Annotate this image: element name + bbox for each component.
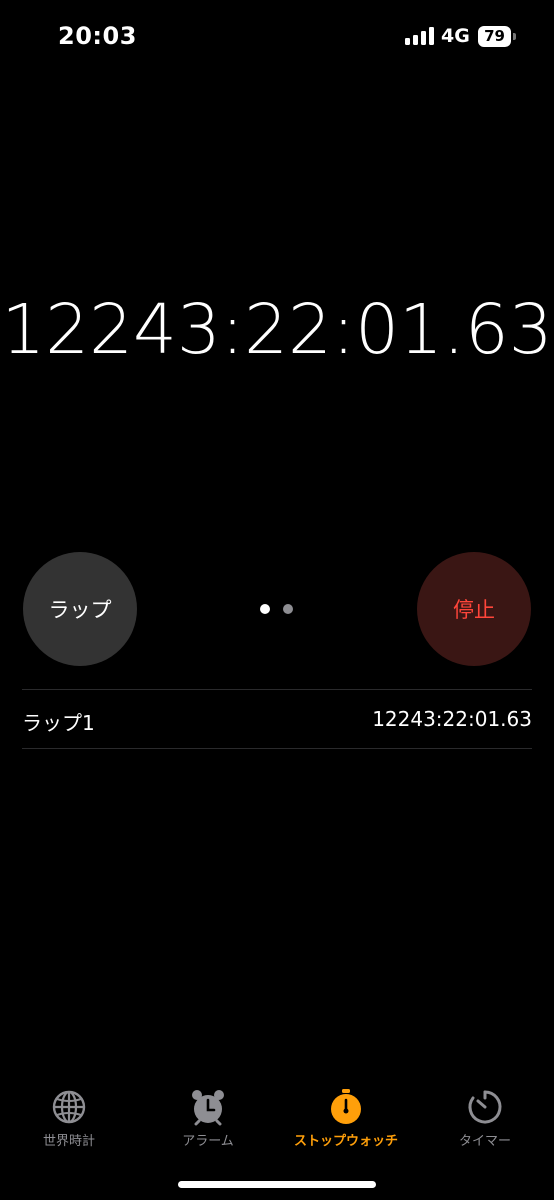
divider [22,748,532,749]
status-time: 20:03 [58,22,137,50]
tab-bar: 世界時計 アラーム ストップウォッチ タイマー [0,1080,554,1160]
alarm-clock-icon [192,1090,224,1126]
battery-icon: 79 [478,26,518,47]
stop-button[interactable]: 停止 [417,552,531,666]
globe-icon [52,1090,86,1124]
lap-button[interactable]: ラップ [23,552,137,666]
tab-alarm[interactable]: アラーム [139,1088,277,1158]
lap-list: ラップ1 12243:22:01.63 [22,689,532,749]
cellular-signal-icon [405,27,434,45]
tab-timer[interactable]: タイマー [416,1088,554,1158]
battery-level: 79 [484,27,505,45]
status-bar: 20:03 4G 79 [0,0,554,70]
network-type: 4G [441,25,470,47]
tab-label: 世界時計 [42,1134,95,1149]
tab-label: ストップウォッチ [293,1134,398,1149]
timer-icon [468,1090,502,1124]
stopwatch-time-display: 12243:22:01.63 [1,290,553,370]
lap-button-label: ラップ [48,598,112,622]
tab-stopwatch[interactable]: ストップウォッチ [277,1088,415,1158]
tab-world-clock[interactable]: 世界時計 [0,1088,138,1158]
lap-name: ラップ1 [22,711,95,735]
battery-tip [513,33,516,40]
list-item: ラップ1 12243:22:01.63 [22,690,532,748]
home-indicator[interactable] [178,1181,376,1188]
page-indicator[interactable] [258,604,298,616]
tab-label: タイマー [458,1134,511,1149]
tab-label: アラーム [182,1134,234,1149]
lap-time: 12243:22:01.63 [372,707,532,731]
stopwatch-icon [331,1089,361,1124]
page-dot-active [260,604,270,614]
page-dot-inactive [283,604,293,614]
stop-button-label: 停止 [453,598,495,622]
